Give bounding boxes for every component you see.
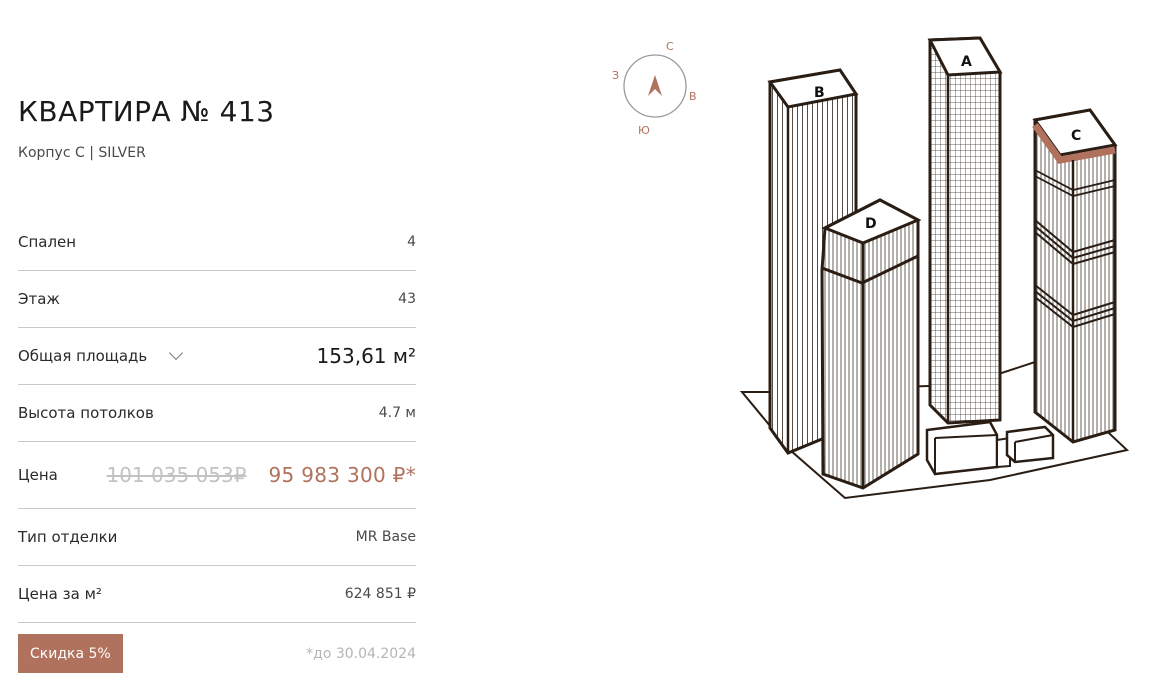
detail-row-ceiling: Высота потолков 4.7 м — [18, 385, 416, 442]
price-label: Цена — [18, 466, 58, 484]
discount-note: *до 30.04.2024 — [306, 645, 416, 662]
area-label: Общая площадь — [18, 347, 148, 365]
detail-row-bedrooms: Спален 4 — [18, 214, 416, 271]
details-list: Спален 4 Этаж 43 Общая площадь 153,61 м²… — [18, 214, 416, 623]
page-title: КВАРТИРА № 413 — [18, 95, 275, 128]
tower-d-label: D — [865, 216, 877, 232]
tower-c-label: C — [1071, 128, 1081, 144]
ceiling-value: 4.7 м — [378, 405, 416, 421]
detail-row-area[interactable]: Общая площадь 153,61 м² — [18, 328, 416, 385]
old-price: 101 035 053₽ — [106, 463, 247, 487]
compass-arrow-icon — [648, 75, 662, 96]
compass-east-label: В — [689, 90, 697, 103]
discount-button[interactable]: Скидка 5% — [18, 634, 123, 673]
area-value: 153,61 м² — [316, 344, 416, 368]
floor-value: 43 — [398, 291, 416, 307]
detail-row-finish: Тип отделки MR Base — [18, 509, 416, 566]
tower-c[interactable]: C — [1032, 108, 1118, 444]
tower-d[interactable]: D — [820, 198, 922, 490]
price-values: 101 035 053₽ 95 983 300 ₽* — [107, 463, 416, 487]
chevron-down-icon[interactable] — [169, 345, 184, 361]
finish-value: MR Base — [355, 529, 416, 545]
floor-label: Этаж — [18, 290, 60, 308]
new-price: 95 983 300 ₽* — [268, 463, 416, 487]
bedrooms-label: Спален — [18, 233, 77, 251]
bedrooms-value: 4 — [407, 234, 416, 250]
tower-a[interactable]: A — [927, 36, 1003, 425]
discount-row: Скидка 5% *до 30.04.2024 — [18, 634, 416, 673]
tower-b-label: B — [814, 85, 825, 101]
price-per-m2-value: 624 851 ₽ — [344, 586, 416, 602]
detail-row-price-per-m2: Цена за м² 624 851 ₽ — [18, 566, 416, 623]
compass-icon: С В Ю З — [612, 40, 697, 137]
detail-row-floor: Этаж 43 — [18, 271, 416, 328]
price-per-m2-label: Цена за м² — [18, 585, 102, 603]
detail-row-price: Цена 101 035 053₽ 95 983 300 ₽* — [18, 442, 416, 509]
finish-label: Тип отделки — [18, 528, 118, 546]
compass-north-label: С — [666, 40, 674, 53]
ceiling-label: Высота потолков — [18, 404, 154, 422]
compass-west-label: З — [612, 69, 619, 82]
towers-illustration: B D A C — [739, 36, 1130, 500]
tower-a-label: A — [961, 54, 972, 70]
building-subtitle: Корпус С | SILVER — [18, 145, 146, 161]
compass-south-label: Ю — [638, 124, 650, 137]
area-toggle[interactable]: Общая площадь — [18, 345, 184, 365]
